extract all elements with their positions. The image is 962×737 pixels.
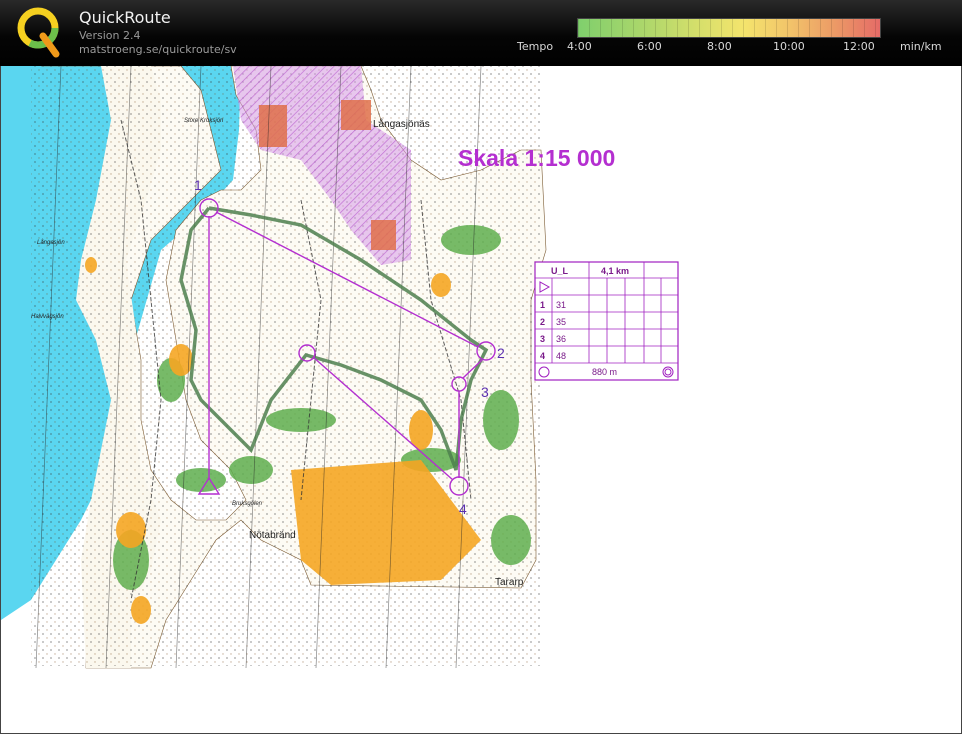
- quickroute-logo-icon: [17, 7, 60, 58]
- card-length: 4,1 km: [601, 266, 629, 276]
- place-label: Långasjön: [37, 239, 65, 246]
- place-label: Tararp: [495, 577, 524, 588]
- tempo-tick: 4:00: [567, 40, 592, 53]
- place-label: Bruksgölen: [232, 501, 263, 507]
- orienteering-map[interactable]: 1 2 3 4 Långasjönäs Nötabränd Tararp Sto…: [1, 65, 961, 733]
- tempo-unit: min/km: [900, 40, 942, 53]
- card-row-code: 48: [556, 351, 566, 361]
- place-label: Långasjönäs: [373, 118, 430, 130]
- card-row-num: 1: [540, 300, 545, 310]
- map-view[interactable]: 1 2 3 4 Långasjönäs Nötabränd Tararp Sto…: [0, 65, 962, 734]
- card-row-code: 35: [556, 317, 566, 327]
- app-version: Version 2.4: [79, 29, 141, 42]
- header-bar: QuickRoute Version 2.4 matstroeng.se/qui…: [0, 0, 962, 66]
- app-url[interactable]: matstroeng.se/quickroute/sv: [79, 43, 237, 56]
- control-number: 4: [459, 501, 467, 517]
- card-finish-distance: 880 m: [592, 367, 617, 377]
- control-number: 1: [194, 177, 202, 193]
- tempo-label: Tempo: [517, 40, 554, 53]
- card-row-num: 4: [540, 351, 545, 361]
- place-label: Halvvägsjön: [31, 314, 64, 320]
- place-label: Store Kroksjön: [184, 118, 224, 124]
- control-number: 3: [481, 384, 489, 400]
- place-label: Nötabränd: [249, 530, 296, 541]
- tempo-tick: 6:00: [637, 40, 662, 53]
- tempo-tick: 8:00: [707, 40, 732, 53]
- tempo-tick: 12:00: [843, 40, 875, 53]
- app-title: QuickRoute: [79, 8, 171, 27]
- scale-label: Skala 1:15 000: [458, 145, 615, 171]
- tempo-tick: 10:00: [773, 40, 805, 53]
- card-row-num: 3: [540, 334, 545, 344]
- card-row-code: 31: [556, 300, 566, 310]
- card-row-code: 36: [556, 334, 566, 344]
- control-number: 2: [497, 345, 505, 361]
- card-class: U_L: [551, 266, 569, 276]
- tempo-color-scale: [577, 18, 881, 38]
- card-row-num: 2: [540, 317, 545, 327]
- control-description-card: U_L 4,1 km 1 31 2 35 3 36 4 48 880 m: [534, 261, 679, 381]
